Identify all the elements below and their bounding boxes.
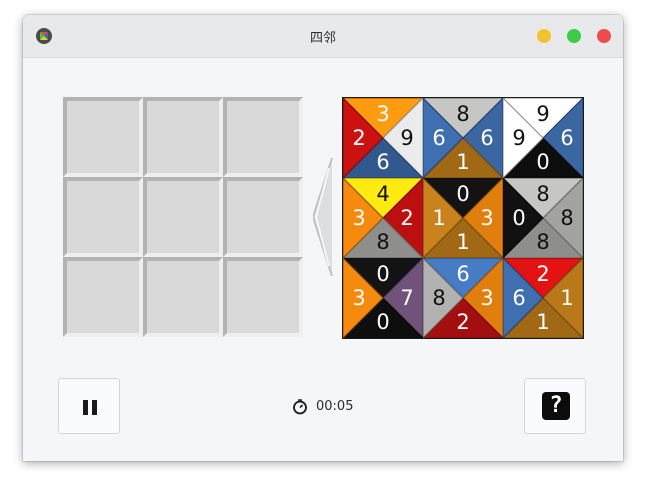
tile-number-right: 6: [480, 126, 493, 150]
tile-number-left: 0: [512, 206, 525, 230]
tile-number-bottom: 1: [456, 150, 469, 174]
puzzle-tile[interactable]: 0703: [343, 258, 423, 338]
help-button[interactable]: ?: [524, 378, 586, 434]
tile-number-top: 8: [536, 182, 549, 206]
tile-number-left: 8: [432, 286, 445, 310]
tile-number-left: 3: [352, 206, 365, 230]
tile-number-left: 6: [512, 286, 525, 310]
tile-number-right: 9: [400, 126, 413, 150]
elapsed-time: 00:05: [316, 399, 354, 414]
pause-icon: [83, 400, 88, 415]
puzzle-tile[interactable]: 2116: [503, 258, 583, 338]
tile-number-top: 8: [456, 102, 469, 126]
tile-number-right: 3: [480, 206, 493, 230]
pause-button[interactable]: [58, 378, 120, 434]
tile-number-left: 9: [512, 126, 525, 150]
tile-number-top: 2: [536, 262, 549, 286]
empty-board: [63, 97, 303, 337]
tile-number-top: 6: [456, 262, 469, 286]
tile-number-top: 4: [376, 182, 389, 206]
clock-icon: [293, 399, 307, 415]
pause-icon-bar: [92, 400, 97, 415]
board-slot[interactable]: [63, 257, 143, 337]
tile-number-bottom: 0: [376, 310, 389, 334]
board-slot[interactable]: [223, 257, 303, 337]
tile-number-bottom: 1: [536, 310, 549, 334]
board-slot[interactable]: [143, 97, 223, 177]
game-window: 四邻 396286169609428303118880070363282116 …: [23, 15, 623, 461]
tile-number-bottom: 6: [376, 150, 389, 174]
close-button[interactable]: [597, 29, 611, 43]
tile-number-top: 0: [376, 262, 389, 286]
tile-number-right: 6: [560, 126, 573, 150]
tile-number-right: 2: [400, 206, 413, 230]
board-slot[interactable]: [143, 257, 223, 337]
tile-number-bottom: 0: [536, 150, 549, 174]
board-slot[interactable]: [223, 97, 303, 177]
puzzle-tile[interactable]: 8616: [423, 98, 503, 178]
puzzle-tile[interactable]: 0311: [423, 178, 503, 258]
title-bar: 四邻: [23, 15, 623, 58]
puzzle-tile[interactable]: 6328: [423, 258, 503, 338]
puzzle-tile[interactable]: 9609: [503, 98, 583, 178]
board-slot[interactable]: [63, 97, 143, 177]
maximize-button[interactable]: [567, 29, 581, 43]
tile-number-left: 1: [432, 206, 445, 230]
tile-number-bottom: 8: [536, 230, 549, 254]
tile-number-bottom: 8: [376, 230, 389, 254]
puzzle-tile[interactable]: 4283: [343, 178, 423, 258]
window-title: 四邻: [309, 31, 336, 46]
tile-number-top: 0: [456, 182, 469, 206]
tile-number-left: 2: [352, 126, 365, 150]
minimize-button[interactable]: [537, 29, 551, 43]
tile-number-top: 3: [376, 102, 389, 126]
tile-number-left: 3: [352, 286, 365, 310]
tile-number-right: 1: [560, 286, 573, 310]
tile-number-bottom: 1: [456, 230, 469, 254]
tile-number-right: 3: [480, 286, 493, 310]
puzzle-tile[interactable]: 8880: [503, 178, 583, 258]
tile-number-right: 8: [560, 206, 573, 230]
help-icon: ?: [542, 392, 570, 420]
board-slot[interactable]: [143, 177, 223, 257]
board-slot[interactable]: [223, 177, 303, 257]
tile-number-right: 7: [400, 286, 413, 310]
tile-tray: 396286169609428303118880070363282116: [342, 97, 584, 339]
tile-number-bottom: 2: [456, 310, 469, 334]
tile-number-left: 6: [432, 126, 445, 150]
puzzle-tile[interactable]: 3962: [343, 98, 423, 178]
tile-number-top: 9: [536, 102, 549, 126]
board-slot[interactable]: [63, 177, 143, 257]
board-divider-arrow: [313, 158, 333, 276]
